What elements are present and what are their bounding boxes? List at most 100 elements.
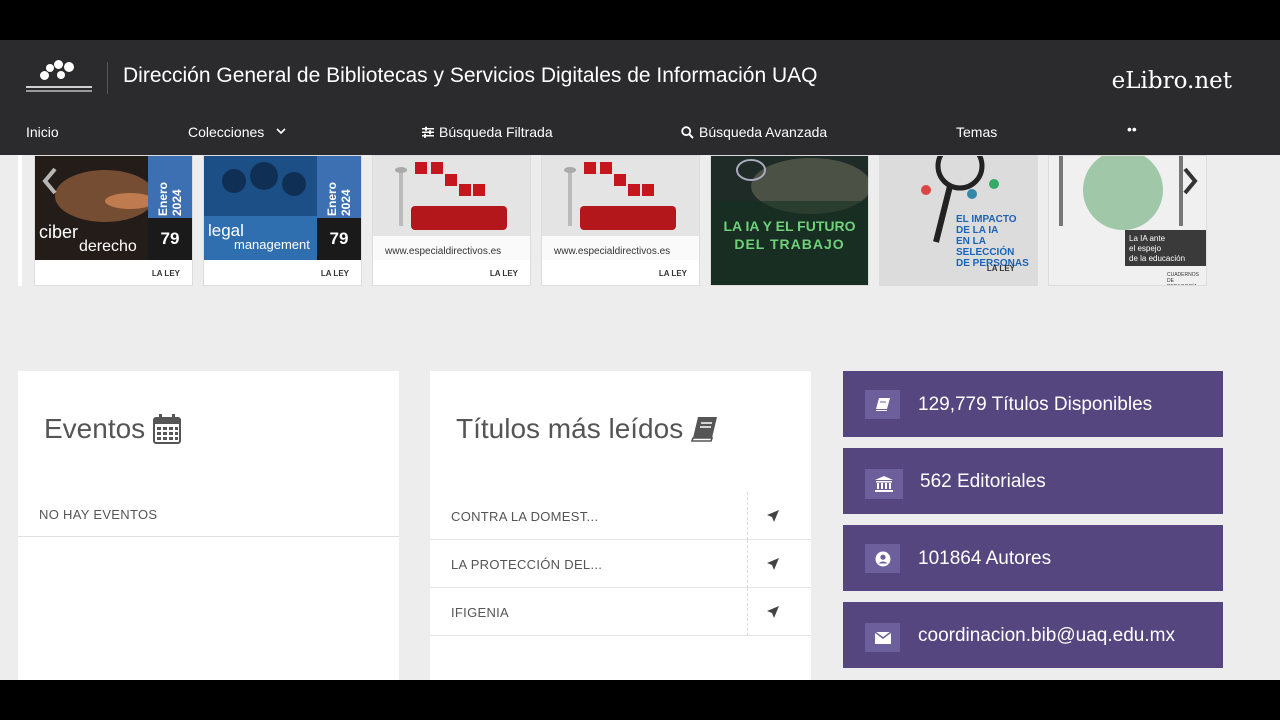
cover-title-line: DE LA IA [956, 225, 999, 236]
stat-autores-text: 101864 Autores [918, 548, 1052, 569]
cover-title-line: La IA ante [1129, 234, 1166, 243]
book-card-ia-futuro-trabajo[interactable]: LA IA Y EL FUTURO DEL TRABAJO [710, 155, 869, 286]
row-separator [747, 588, 748, 636]
logo-caption [26, 90, 92, 92]
issue-month: Enero 2024 [156, 181, 184, 216]
issue-number: 79 [148, 218, 192, 260]
stat-icon-box [865, 544, 900, 573]
book-card-especialdirectivos-2[interactable]: www.especialdirectivos.es LA LEY [541, 155, 700, 286]
main-nav: Inicio Colecciones Búsqueda Filtrada Bús… [0, 120, 1280, 150]
book-footer: LA LEY [35, 260, 192, 285]
eventos-panel: Eventos NO HAY EVENTOS [18, 371, 399, 680]
row-separator [747, 492, 748, 540]
location-arrow-icon[interactable] [766, 605, 780, 619]
cover-caption: www.especialdirectivos.es [554, 246, 671, 257]
chevron-down-icon [276, 128, 286, 135]
publisher-label: CUADERNOS DE PEDAGOGÍA [1167, 272, 1199, 285]
carousel-prev-button[interactable] [38, 163, 62, 199]
book-card-impacto-ia[interactable]: EL IMPACTO DE LA IA EN LA SELECCIÓN DE P… [879, 155, 1038, 286]
logo-dot [40, 71, 49, 80]
nav-colecciones-label: Colecciones [188, 124, 265, 140]
nav-colecciones[interactable]: Colecciones [188, 124, 291, 140]
cover-title: DEL TRABAJO [734, 236, 845, 252]
stat-titulos-text: 129,779 Títulos Disponibles [918, 394, 1153, 415]
sliders-icon [422, 126, 434, 138]
no-events-text: NO HAY EVENTOS [39, 507, 158, 522]
eventos-title-text: Eventos [44, 413, 146, 444]
cover-title: EL IMPACTO DE LA IA EN LA SELECCIÓN DE P… [956, 214, 1037, 269]
stat-autores[interactable]: 101864 Autores [843, 525, 1223, 591]
search-icon [681, 125, 694, 139]
uaq-logo[interactable] [26, 58, 92, 96]
titulos-panel: Títulos más leídos CONTRA LA DOMEST... L… [430, 371, 811, 680]
publisher-label: LA LEY [320, 269, 349, 278]
page: Dirección General de Bibliotecas y Servi… [0, 40, 1280, 680]
publisher-label: LA LEY [151, 269, 180, 278]
carousel-next-button[interactable] [1178, 163, 1202, 199]
publisher-label: LA LEY [986, 264, 1015, 273]
book-carousel: Enero 2024 79 ciber derecho LA LEY Enero… [18, 155, 1223, 286]
cover-title-line: EN LA SELECCIÓN [956, 236, 1015, 258]
chevron-left-icon [42, 167, 57, 195]
title-link[interactable]: CONTRA LA DOMEST... [451, 509, 598, 524]
nav-busqueda-avanzada[interactable]: Búsqueda Avanzada [681, 124, 827, 140]
book-icon [875, 398, 890, 411]
elibro-brand[interactable]: eLibro.net [1112, 68, 1232, 94]
list-item[interactable]: IFIGENIA [430, 588, 811, 636]
publisher-label: LA LEY [489, 269, 518, 278]
titulos-title: Títulos más leídos [456, 413, 719, 445]
list-item[interactable]: LA PROTECCIÓN DEL... [430, 540, 811, 588]
title-link[interactable]: IFIGENIA [451, 605, 509, 620]
title-link[interactable]: LA PROTECCIÓN DEL... [451, 557, 602, 572]
institution-icon [875, 476, 893, 492]
list-item[interactable]: CONTRA LA DOMEST... [430, 492, 811, 540]
location-arrow-icon[interactable] [766, 557, 780, 571]
cover-title-line: EL IMPACTO [956, 214, 1017, 225]
book-footer: LA LEY [204, 260, 361, 285]
row-separator [747, 540, 748, 588]
publisher-label: LA LEY [658, 269, 687, 278]
book-cover: Enero 2024 79 legal management [204, 156, 361, 260]
envelope-icon [874, 631, 891, 644]
cover-title-line: el espejo [1129, 244, 1162, 253]
stat-titulos[interactable]: 129,779 Títulos Disponibles [843, 371, 1223, 437]
nav-temas-label: Temas [956, 124, 998, 140]
user-circle-icon [875, 551, 890, 566]
issue-number: 79 [317, 218, 361, 260]
titulos-title-text: Títulos más leídos [456, 413, 684, 444]
nav-busqueda-avanzada-label: Búsqueda Avanzada [699, 124, 828, 140]
book-icon [691, 417, 718, 442]
issue-month: Enero 2024 [325, 181, 353, 216]
stat-editoriales-text: 562 Editoriales [920, 471, 1046, 492]
cover-title: La IA ante el espejo de la educación [1129, 234, 1185, 264]
book-footer: LA LEY [373, 260, 530, 285]
nav-inicio[interactable]: Inicio [26, 124, 59, 140]
book-footer: LA LEY [542, 260, 699, 285]
nav-temas[interactable]: Temas [956, 124, 997, 140]
site-header: Dirección General de Bibliotecas y Servi… [0, 40, 1280, 155]
cover-title-line: de la educación [1129, 254, 1186, 263]
nav-busqueda-filtrada[interactable]: Búsqueda Filtrada [422, 124, 553, 140]
nav-inicio-label: Inicio [26, 124, 59, 140]
stat-editoriales[interactable]: 562 Editoriales [843, 448, 1223, 514]
book-cover: EL IMPACTO DE LA IA EN LA SELECCIÓN DE P… [880, 156, 1037, 285]
logo-dot [54, 60, 63, 69]
sofa-illustration [542, 156, 699, 260]
cover-title: derecho [79, 238, 137, 255]
location-arrow-icon[interactable] [766, 509, 780, 523]
book-cover: www.especialdirectivos.es [373, 156, 530, 260]
header-divider [107, 62, 108, 94]
stat-icon-box [865, 623, 900, 652]
book-card-especialdirectivos-1[interactable]: www.especialdirectivos.es LA LEY [372, 155, 531, 286]
book-cover: www.especialdirectivos.es [542, 156, 699, 260]
stat-email-text[interactable]: coordinacion.bib@uaq.edu.mx [918, 625, 1175, 647]
chevron-right-icon [1183, 167, 1198, 195]
cover-title: LA IA Y EL FUTURO [723, 218, 856, 234]
cover-title: ciber [39, 222, 79, 242]
logo-dot [57, 71, 65, 79]
book-card-legal-management[interactable]: Enero 2024 79 legal management LA LEY [203, 155, 362, 286]
logo-dot [46, 64, 54, 72]
stat-email[interactable]: coordinacion.bib@uaq.edu.mx [843, 602, 1223, 668]
nav-more-button[interactable]: •• [1127, 121, 1137, 137]
divider [18, 536, 399, 537]
